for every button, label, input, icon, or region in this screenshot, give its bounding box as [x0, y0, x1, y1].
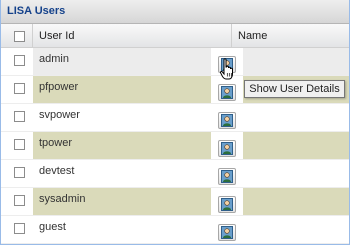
table-row[interactable]: tpower — [1, 132, 349, 160]
user-id-cell: admin — [33, 48, 211, 75]
row-select-cell — [1, 188, 33, 215]
user-details-icon — [221, 86, 233, 99]
panel-title: LISA Users — [1, 0, 349, 24]
show-user-details-button[interactable] — [218, 140, 236, 157]
user-id-cell: devtest — [39, 165, 75, 177]
hand-pointer-icon — [220, 58, 233, 80]
show-user-details-button[interactable] — [218, 112, 236, 129]
show-user-details-button[interactable] — [218, 168, 236, 185]
user-id-cell: tpower — [33, 132, 211, 159]
user-details-icon — [221, 170, 233, 183]
table-row[interactable]: svpower — [1, 104, 349, 132]
row-checkbox[interactable] — [14, 55, 25, 66]
name-cell — [243, 160, 349, 187]
header-select-all-cell — [1, 24, 33, 47]
table-row[interactable]: guest — [1, 216, 349, 244]
row-checkbox[interactable] — [14, 111, 25, 122]
row-select-cell — [1, 48, 33, 75]
name-cell — [243, 216, 349, 243]
row-select-cell — [1, 76, 33, 103]
name-cell — [243, 188, 349, 215]
table-row[interactable]: admin — [1, 48, 349, 76]
name-cell — [243, 48, 349, 75]
row-checkbox[interactable] — [14, 139, 25, 150]
row-select-cell — [1, 104, 33, 131]
row-select-cell — [1, 216, 33, 243]
user-id-cell: sysadmin — [33, 188, 211, 215]
show-user-details-button[interactable] — [218, 84, 236, 101]
column-header-user-id[interactable]: User Id — [33, 24, 232, 47]
name-cell — [243, 104, 349, 131]
details-button-cell — [211, 132, 243, 159]
lisa-users-panel: LISA Users User Id Name admin pfpower svpo… — [0, 0, 350, 245]
show-user-details-button[interactable] — [218, 224, 236, 241]
user-details-icon — [221, 142, 233, 155]
show-user-details-button[interactable] — [218, 196, 236, 213]
row-checkbox[interactable] — [14, 83, 25, 94]
details-button-cell — [211, 160, 243, 187]
row-checkbox[interactable] — [14, 167, 25, 178]
user-id-cell: svpower — [39, 109, 80, 121]
table-row[interactable]: devtest — [1, 160, 349, 188]
row-checkbox[interactable] — [14, 195, 25, 206]
row-select-cell — [1, 160, 33, 187]
grid-header: User Id Name — [1, 24, 349, 48]
table-row[interactable]: sysadmin — [1, 188, 349, 216]
details-button-cell — [211, 216, 243, 243]
row-checkbox[interactable] — [14, 223, 25, 234]
column-header-name[interactable]: Name — [232, 24, 349, 47]
user-id-cell: guest — [39, 221, 66, 233]
details-button-cell — [211, 188, 243, 215]
user-id-cell: pfpower — [33, 76, 211, 103]
show-user-details-tooltip: Show User Details — [244, 80, 345, 98]
row-select-cell — [1, 132, 33, 159]
name-cell — [243, 132, 349, 159]
user-details-icon — [221, 198, 233, 211]
user-details-icon — [221, 226, 233, 239]
details-button-cell — [211, 104, 243, 131]
select-all-checkbox[interactable] — [14, 31, 25, 42]
user-details-icon — [221, 114, 233, 127]
